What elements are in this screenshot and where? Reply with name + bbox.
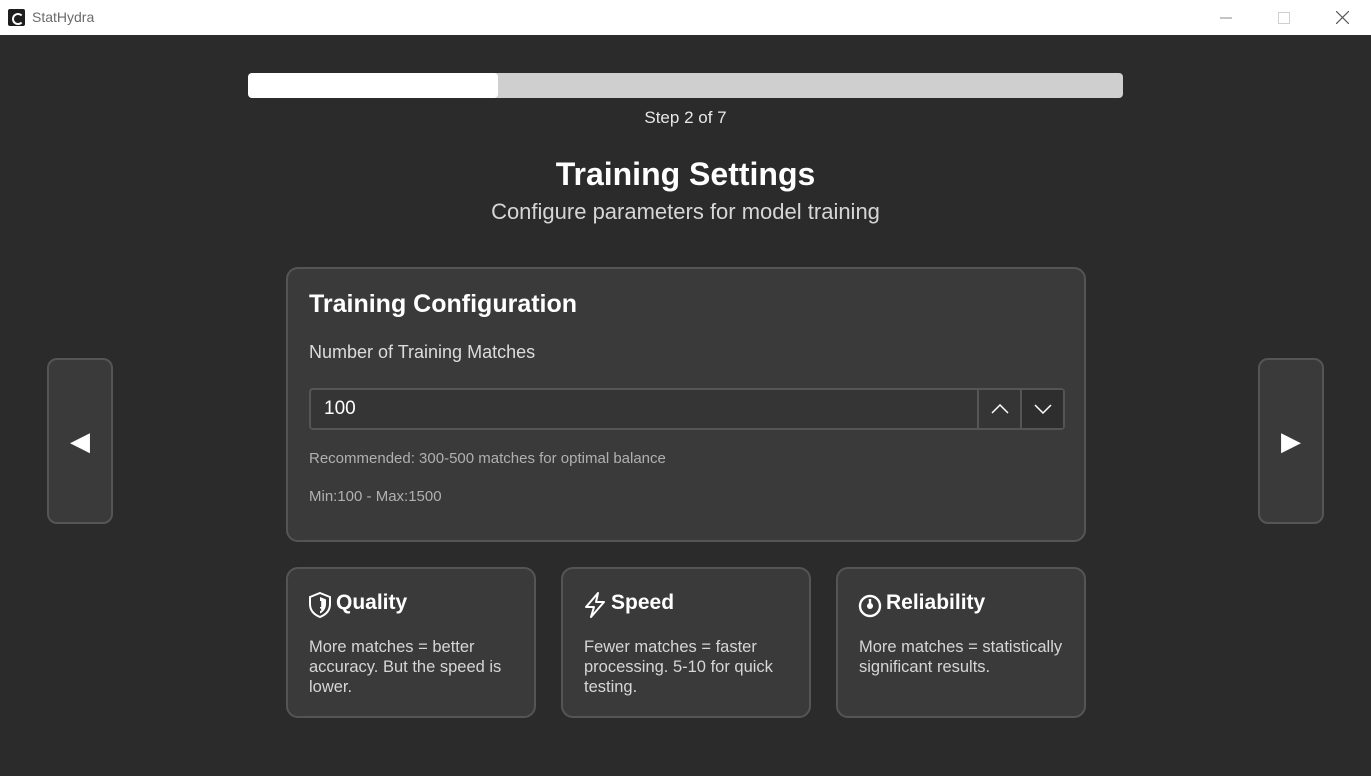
next-step-button[interactable]: ▶ [1258,358,1324,524]
range-text: Min:100 - Max:1500 [309,488,442,505]
window-titlebar: StatHydra [0,0,1371,35]
progress-bar-fill [248,73,498,98]
info-title-quality: Quality [336,591,408,614]
maximize-icon [1278,11,1290,24]
triangle-right-icon: ▶ [1281,425,1301,456]
maximize-button[interactable] [1255,0,1313,35]
training-matches-input[interactable] [311,390,977,428]
info-card-speed: Speed Fewer matches = faster processing.… [561,567,811,718]
info-text-speed: Fewer matches = faster processing. 5-10 … [584,638,773,696]
close-icon [1335,11,1349,24]
previous-step-button[interactable]: ◀ [47,358,113,524]
triangle-left-icon: ◀ [70,425,90,456]
chevron-up-icon [990,404,1009,414]
app-logo-icon [8,9,25,26]
progress-bar [248,73,1123,98]
close-button[interactable] [1313,0,1371,35]
recommendation-text: Recommended: 300-500 matches for optimal… [309,450,666,467]
minimize-button[interactable] [1197,0,1255,35]
training-configuration-card: Training Configuration Number of Trainin… [286,267,1086,542]
page-title: Training Settings [555,156,816,192]
shield-icon [309,592,331,618]
decrement-button[interactable] [1020,390,1063,428]
info-title-speed: Speed [611,591,675,614]
training-matches-label: Number of Training Matches [309,342,536,362]
window-title: StatHydra [32,9,95,25]
step-indicator: Step 2 of 7 [644,108,727,127]
info-text-quality: More matches = better accuracy. But the … [309,638,502,696]
chevron-down-icon [1033,404,1052,414]
page-subtitle: Configure parameters for model training [491,199,880,224]
minimize-icon [1220,17,1232,18]
increment-button[interactable] [977,390,1020,428]
info-text-reliability: More matches = statistically significant… [859,638,1063,676]
lightning-icon [585,592,605,618]
training-matches-spinbox [309,388,1065,430]
gauge-icon [858,594,882,618]
info-card-quality: Quality More matches = better accuracy. … [286,567,536,718]
card-title: Training Configuration [309,290,578,318]
info-card-reliability: Reliability More matches = statistically… [836,567,1086,718]
info-title-reliability: Reliability [886,591,986,614]
